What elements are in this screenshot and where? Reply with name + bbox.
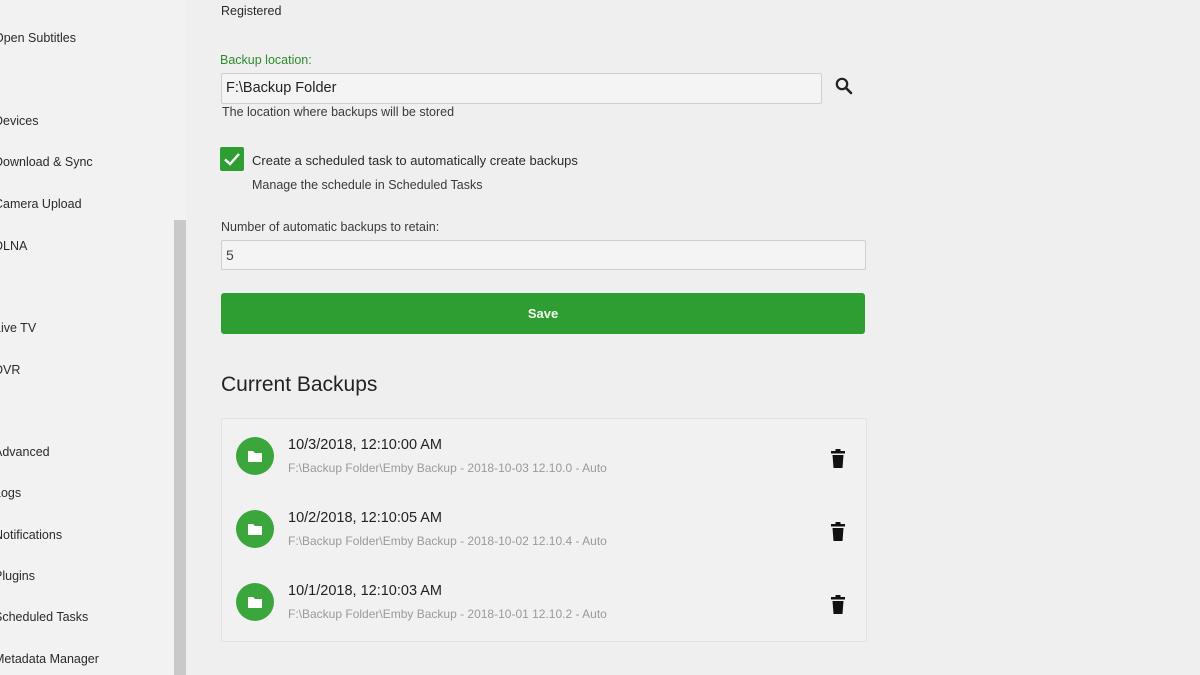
sidebar-item-notifications[interactable]: Notifications <box>0 528 62 542</box>
sidebar-item-plugins[interactable]: Plugins <box>0 569 35 583</box>
save-button[interactable]: Save <box>221 293 865 334</box>
trash-icon[interactable] <box>830 449 846 469</box>
sidebar: Open Subtitles s Devices Download & Sync… <box>0 0 186 675</box>
scheduled-task-label[interactable]: Create a scheduled task to automatically… <box>252 153 578 168</box>
folder-icon <box>236 583 274 621</box>
backup-row[interactable]: 10/2/2018, 12:10:05 AM F:\Backup Folder\… <box>222 494 866 554</box>
backup-row[interactable]: 10/1/2018, 12:10:03 AM F:\Backup Folder\… <box>222 567 866 627</box>
retain-value: 5 <box>226 247 234 263</box>
backup-path: F:\Backup Folder\Emby Backup - 2018-10-0… <box>288 461 607 475</box>
trash-icon[interactable] <box>830 522 846 542</box>
backup-row[interactable]: 10/3/2018, 12:10:00 AM F:\Backup Folder\… <box>222 421 866 481</box>
sidebar-item-camera-upload[interactable]: Camera Upload <box>0 197 82 211</box>
sidebar-item-scheduled-tasks[interactable]: Scheduled Tasks <box>0 610 88 624</box>
scheduled-task-checkbox[interactable] <box>220 147 244 171</box>
sidebar-item-dvr[interactable]: DVR <box>0 363 20 377</box>
folder-icon <box>236 437 274 475</box>
folder-icon <box>236 510 274 548</box>
backup-date: 10/2/2018, 12:10:05 AM <box>288 510 442 526</box>
sidebar-item-logs[interactable]: Logs <box>0 486 21 500</box>
backup-path: F:\Backup Folder\Emby Backup - 2018-10-0… <box>288 534 607 548</box>
current-backups-title: Current Backups <box>221 373 378 396</box>
backup-date: 10/1/2018, 12:10:03 AM <box>288 583 442 599</box>
sidebar-scrollbar[interactable] <box>174 220 186 675</box>
sidebar-item-devices[interactable]: Devices <box>0 114 38 128</box>
backup-location-input[interactable]: F:\Backup Folder <box>221 73 822 104</box>
backup-location-help: The location where backups will be store… <box>222 105 455 119</box>
retain-input[interactable]: 5 <box>221 240 866 270</box>
sidebar-item-metadata-manager[interactable]: Metadata Manager <box>0 652 99 666</box>
registered-text: Registered <box>221 4 282 18</box>
backup-date: 10/3/2018, 12:10:00 AM <box>288 437 442 453</box>
scheduled-task-help: Manage the schedule in Scheduled Tasks <box>252 178 483 192</box>
sidebar-item-dlna[interactable]: DLNA <box>0 239 27 253</box>
sidebar-item-open-subtitles[interactable]: Open Subtitles <box>0 31 76 45</box>
backup-path: F:\Backup Folder\Emby Backup - 2018-10-0… <box>288 607 607 621</box>
search-icon[interactable] <box>834 76 854 96</box>
checkmark-icon <box>224 153 240 166</box>
backup-location-value: F:\Backup Folder <box>226 80 337 96</box>
backups-list: 10/3/2018, 12:10:00 AM F:\Backup Folder\… <box>221 418 867 642</box>
trash-icon[interactable] <box>830 595 846 615</box>
sidebar-item-advanced[interactable]: Advanced <box>0 445 50 459</box>
sidebar-item-download-sync[interactable]: Download & Sync <box>0 155 93 169</box>
sidebar-item-live-tv[interactable]: Live TV <box>0 321 36 335</box>
backup-location-label: Backup location: <box>220 53 312 67</box>
retain-label: Number of automatic backups to retain: <box>221 220 440 234</box>
